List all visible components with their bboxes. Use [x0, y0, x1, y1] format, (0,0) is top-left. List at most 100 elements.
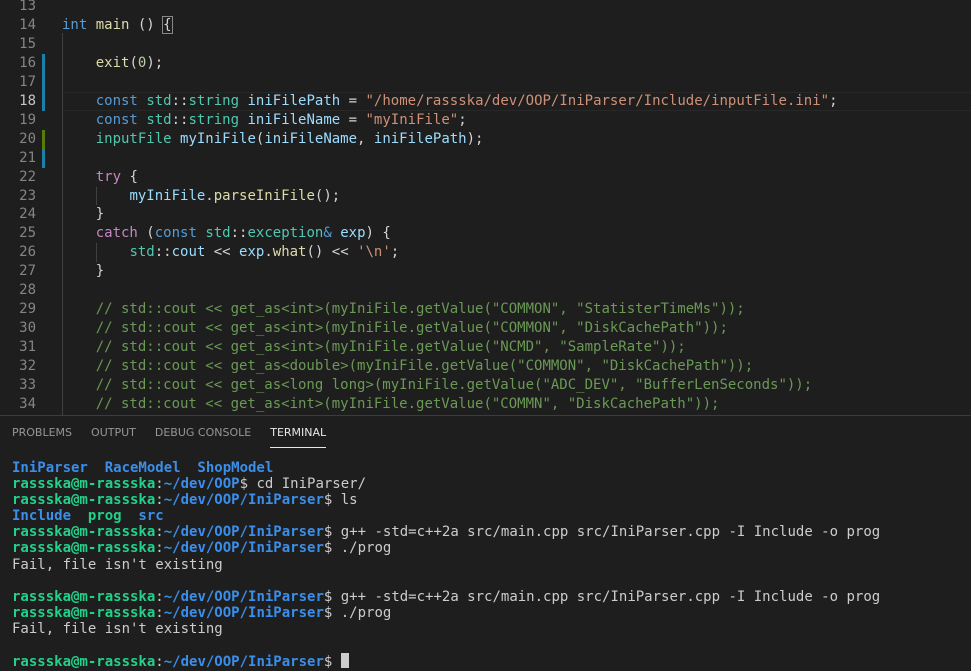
code-token: iniFileName [264, 131, 357, 147]
code-token: :: [172, 112, 189, 128]
code-token: '\n' [357, 244, 391, 260]
tab-debug-console[interactable]: DEBUG CONSOLE [155, 426, 251, 448]
terminal-text: $ g++ -std=c++2a src/main.cpp src/IniPar… [324, 589, 880, 605]
code-token [172, 131, 180, 147]
code-line[interactable]: 20 inputFile myIniFile(iniFileName, iniF… [0, 130, 971, 149]
indent-guide [96, 243, 97, 262]
line-number: 18 [0, 92, 36, 111]
code-text: const std::string iniFileName = "myIniFi… [62, 111, 467, 130]
code-line[interactable]: 25 catch (const std::exception& exp) { [0, 224, 971, 243]
code-line[interactable]: 31 // std::cout << get_as<int>(myIniFile… [0, 338, 971, 357]
code-line[interactable]: 29 // std::cout << get_as<int>(myIniFile… [0, 300, 971, 319]
code-text: // std::cout << get_as<int>(myIniFile.ge… [62, 300, 745, 319]
code-token [62, 55, 96, 71]
code-line[interactable]: 14int main () { [0, 16, 971, 35]
line-number: 29 [0, 300, 36, 319]
terminal-line: rassska@m-rassska:~/dev/OOP/IniParser$ g… [12, 589, 880, 605]
code-token: const [96, 112, 138, 128]
terminal-text: rassska@m-rassska [12, 492, 155, 508]
terminal-text: : [155, 492, 163, 508]
code-token: = [340, 93, 365, 109]
code-line[interactable]: 24 } [0, 205, 971, 224]
code-token: what [273, 244, 307, 260]
terminal-text: $ ls [324, 492, 358, 508]
code-token [87, 17, 95, 33]
terminal-line: rassska@m-rassska:~/dev/OOP/IniParser$ .… [12, 605, 880, 621]
code-line[interactable]: 26 std::cout << exp.what() << '\n'; [0, 243, 971, 262]
code-token: & [323, 225, 331, 241]
code-token [62, 112, 96, 128]
code-token [62, 301, 96, 317]
terminal-line: IniParser RaceModel ShopModel [12, 460, 880, 476]
terminal-text: prog [88, 508, 122, 524]
code-token: myIniFile [129, 188, 205, 204]
code-token: "myIniFile" [366, 112, 459, 128]
git-change-marker[interactable] [42, 54, 45, 73]
code-token: try [96, 169, 121, 185]
code-token: main [96, 17, 130, 33]
terminal-line: rassska@m-rassska:~/dev/OOP/IniParser$ l… [12, 492, 880, 508]
terminal-text: $ ./prog [324, 605, 391, 621]
code-token [62, 131, 96, 147]
code-token: () [129, 17, 163, 33]
code-line[interactable]: 23 myIniFile.parseIniFile(); [0, 187, 971, 206]
terminal-line: rassska@m-rassska:~/dev/OOP/IniParser$ .… [12, 540, 880, 556]
code-line[interactable]: 15 [0, 35, 971, 54]
terminal-text: ~/dev/OOP/IniParser [164, 605, 324, 621]
code-token [62, 358, 96, 374]
code-line[interactable]: 17 [0, 73, 971, 92]
code-line[interactable]: 13 [0, 0, 971, 16]
line-number: 24 [0, 205, 36, 224]
code-token: (); [315, 188, 340, 204]
git-change-marker[interactable] [42, 92, 45, 111]
code-token: // std::cout << get_as<int>(myIniFile.ge… [96, 339, 686, 355]
code-token: . [264, 244, 272, 260]
code-token: ( [129, 55, 137, 71]
terminal-text: : [155, 589, 163, 605]
tab-terminal[interactable]: TERMINAL [270, 426, 326, 448]
code-token: () << [306, 244, 357, 260]
code-line[interactable]: 22 try { [0, 168, 971, 187]
code-line[interactable]: 33 // std::cout << get_as<long long>(myI… [0, 376, 971, 395]
code-line[interactable]: 34 // std::cout << get_as<int>(myIniFile… [0, 395, 971, 414]
code-line[interactable]: 18 const std::string iniFilePath = "/hom… [0, 92, 971, 111]
code-token: iniFilePath [374, 131, 467, 147]
code-line[interactable]: 28 [0, 281, 971, 300]
code-token [62, 93, 96, 109]
line-number: 32 [0, 357, 36, 376]
code-token [62, 169, 96, 185]
code-line[interactable]: 30 // std::cout << get_as<int>(myIniFile… [0, 319, 971, 338]
terminal-line: Include prog src [12, 508, 880, 524]
terminal-text: IniParser RaceModel ShopModel [12, 460, 273, 476]
code-token: ); [467, 131, 484, 147]
terminal-text: $ cd IniParser/ [240, 476, 366, 492]
code-text: // std::cout << get_as<long long>(myIniF… [62, 376, 812, 395]
code-editor[interactable]: 1314int main () {1516 exit(0);1718 const… [0, 0, 971, 415]
code-line[interactable]: 19 const std::string iniFileName = "myIn… [0, 111, 971, 130]
line-number: 17 [0, 73, 36, 92]
line-number: 19 [0, 111, 36, 130]
line-number: 33 [0, 376, 36, 395]
code-line[interactable]: 16 exit(0); [0, 54, 971, 73]
line-number: 30 [0, 319, 36, 338]
code-token [332, 225, 340, 241]
code-line[interactable]: 32 // std::cout << get_as<double>(myIniF… [0, 357, 971, 376]
code-token [62, 225, 96, 241]
indent-guide [62, 33, 63, 415]
code-token: , [357, 131, 374, 147]
terminal-text: : [155, 476, 163, 492]
code-token: ) { [366, 225, 391, 241]
terminal-output[interactable]: IniParser RaceModel ShopModel rassska@m-r… [12, 460, 880, 669]
code-line[interactable]: 21 [0, 149, 971, 168]
terminal-text: : [155, 540, 163, 556]
git-change-marker[interactable] [42, 130, 45, 149]
tab-output[interactable]: OUTPUT [91, 426, 136, 448]
git-change-marker[interactable] [42, 149, 45, 168]
code-token: exit [96, 55, 130, 71]
code-text: // std::cout << get_as<int>(myIniFile.ge… [62, 319, 728, 338]
code-line[interactable]: 27 } [0, 262, 971, 281]
terminal-text: ~/dev/OOP/IniParser [164, 492, 324, 508]
git-change-marker[interactable] [42, 73, 45, 92]
code-token: << [205, 244, 239, 260]
tab-problems[interactable]: PROBLEMS [12, 426, 72, 448]
